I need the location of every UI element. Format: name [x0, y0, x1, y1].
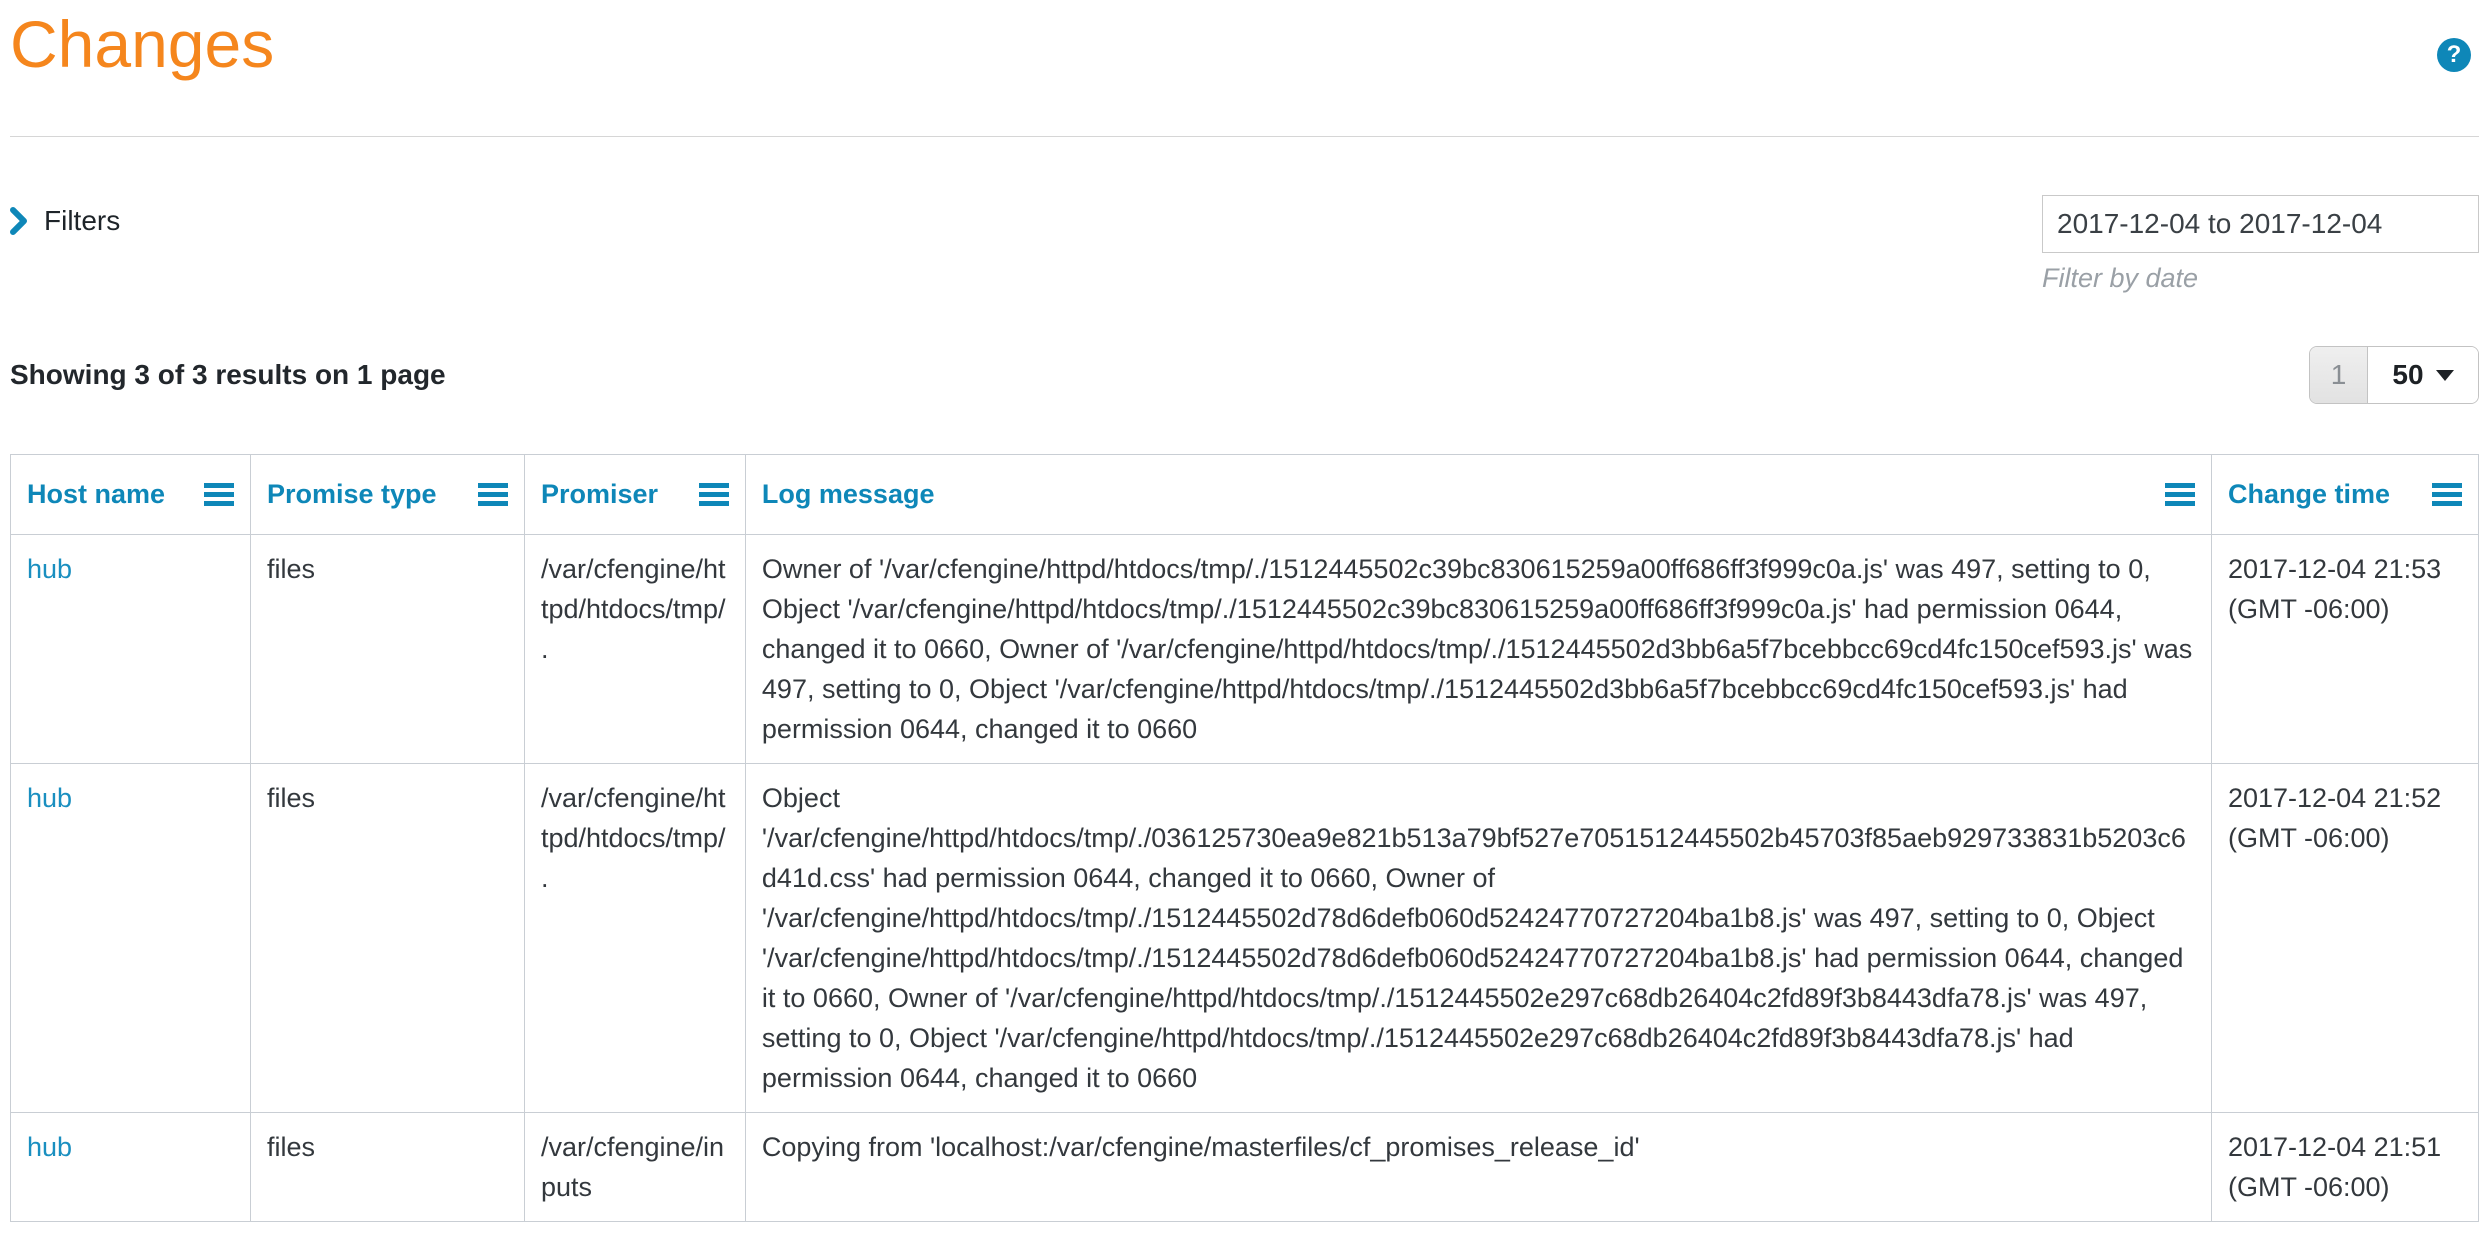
- promiser-cell: /var/cfengine/httpd/htdocs/tmp/.: [524, 535, 745, 764]
- table-row: hub files /var/cfengine/httpd/htdocs/tmp…: [11, 535, 2479, 764]
- host-link[interactable]: hub: [27, 1132, 72, 1162]
- column-menu-icon[interactable]: [204, 483, 234, 506]
- log-message-cell: Copying from 'localhost:/var/cfengine/ma…: [745, 1113, 2211, 1222]
- results-row: Showing 3 of 3 results on 1 page 1 50: [10, 346, 2479, 404]
- help-icon[interactable]: ?: [2437, 38, 2471, 72]
- column-menu-icon[interactable]: [2432, 483, 2462, 506]
- promise-type-cell: files: [250, 764, 524, 1113]
- date-range-input[interactable]: [2042, 195, 2479, 253]
- date-filter: Filter by date: [2042, 195, 2479, 294]
- host-link[interactable]: hub: [27, 554, 72, 584]
- page-size-dropdown[interactable]: 50: [2368, 347, 2478, 403]
- host-name-cell: hub: [11, 535, 251, 764]
- column-header-promiser: Promiser: [524, 455, 745, 535]
- table-row: hub files /var/cfengine/httpd/htdocs/tmp…: [11, 764, 2479, 1113]
- filters-label: Filters: [44, 205, 120, 237]
- page-title: Changes: [10, 0, 2479, 82]
- results-summary: Showing 3 of 3 results on 1 page: [10, 359, 446, 391]
- column-menu-icon[interactable]: [2165, 483, 2195, 506]
- column-header-promise-type: Promise type: [250, 455, 524, 535]
- filters-row: Filters Filter by date: [10, 195, 2479, 294]
- column-header-host-name: Host name: [11, 455, 251, 535]
- column-header-change-time: Change time: [2211, 455, 2478, 535]
- promise-type-cell: files: [250, 535, 524, 764]
- caret-down-icon: [2436, 370, 2454, 381]
- page-number-button[interactable]: 1: [2310, 347, 2368, 403]
- page-header: Changes ?: [10, 0, 2479, 137]
- changes-page: Changes ? Filters Filter by date Showing…: [0, 0, 2489, 1222]
- change-time-cell: 2017-12-04 21:52 (GMT -06:00): [2211, 764, 2478, 1113]
- host-link[interactable]: hub: [27, 783, 72, 813]
- host-name-cell: hub: [11, 764, 251, 1113]
- log-message-cell: Owner of '/var/cfengine/httpd/htdocs/tmp…: [745, 535, 2211, 764]
- change-time-cell: 2017-12-04 21:53 (GMT -06:00): [2211, 535, 2478, 764]
- promiser-cell: /var/cfengine/httpd/htdocs/tmp/.: [524, 764, 745, 1113]
- change-time-cell: 2017-12-04 21:51 (GMT -06:00): [2211, 1113, 2478, 1222]
- date-filter-hint: Filter by date: [2042, 263, 2479, 294]
- table-header-row: Host name Promise type Promiser: [11, 455, 2479, 535]
- filters-toggle[interactable]: Filters: [10, 195, 120, 237]
- log-message-cell: Object '/var/cfengine/httpd/htdocs/tmp/.…: [745, 764, 2211, 1113]
- table-row: hub files /var/cfengine/inputs Copying f…: [11, 1113, 2479, 1222]
- pagination: 1 50: [2309, 346, 2479, 404]
- host-name-cell: hub: [11, 1113, 251, 1222]
- promise-type-cell: files: [250, 1113, 524, 1222]
- changes-table: Host name Promise type Promiser: [10, 454, 2479, 1222]
- column-menu-icon[interactable]: [478, 483, 508, 506]
- promiser-cell: /var/cfengine/inputs: [524, 1113, 745, 1222]
- chevron-right-icon: [10, 207, 28, 235]
- page-size-value: 50: [2392, 359, 2423, 391]
- column-menu-icon[interactable]: [699, 483, 729, 506]
- column-header-log-message: Log message: [745, 455, 2211, 535]
